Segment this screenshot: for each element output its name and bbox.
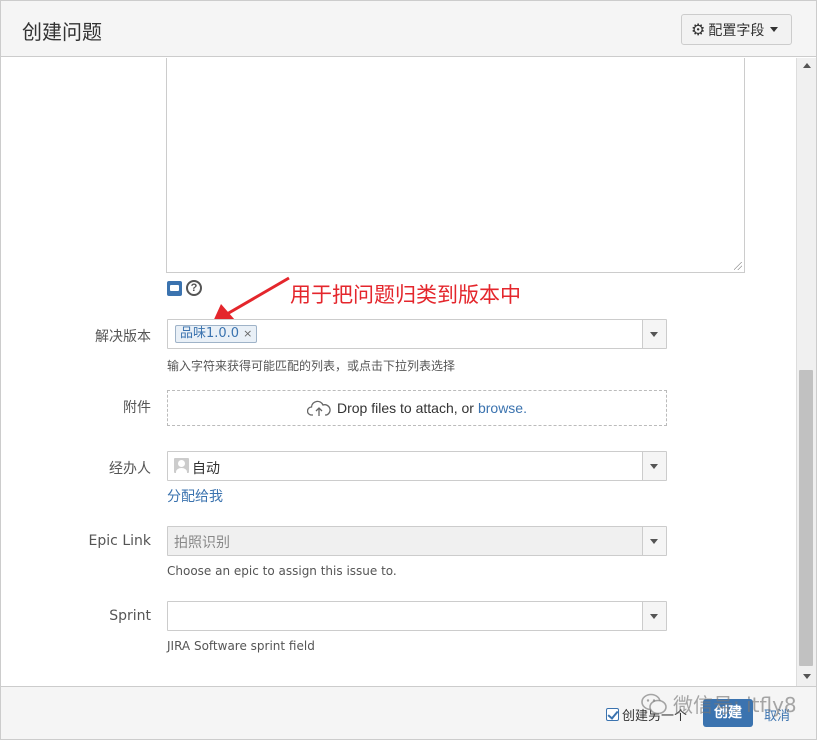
attachment-dropzone[interactable]: Drop files to attach, or browse. xyxy=(167,390,667,426)
assignee-label: 经办人 xyxy=(109,461,151,477)
watermark-text: 微信号: itfly8 xyxy=(673,693,797,717)
description-textarea[interactable] xyxy=(166,58,745,273)
chevron-down-icon xyxy=(770,27,779,32)
assignee-select[interactable]: 自动 xyxy=(167,451,667,481)
create-issue-dialog: 创建问题 ⚙ 配置字段 ? 用于把问题归类到版本中 解决版本 品味1.0.0× xyxy=(0,0,817,740)
version-tag: 品味1.0.0 × xyxy=(175,325,258,343)
wechat-watermark: 微信号: itfly8 xyxy=(641,689,797,718)
fix-version-hint: 输入字符来获得可能匹配的列表，或点击下拉列表选择 xyxy=(167,359,456,373)
cloud-upload-icon xyxy=(307,400,331,416)
version-tag-label: 品味1.0.0 xyxy=(180,326,240,341)
sprint-dropdown-button[interactable] xyxy=(642,602,666,630)
help-icon[interactable]: ? xyxy=(186,280,202,296)
epic-link-hint: Choose an epic to assign this issue to. xyxy=(167,564,397,578)
scroll-up-arrow-icon[interactable] xyxy=(803,63,811,68)
tag-remove-icon[interactable]: × xyxy=(243,327,252,340)
resize-handle[interactable] xyxy=(734,262,742,270)
dialog-header: 创建问题 ⚙ 配置字段 xyxy=(1,1,816,57)
attachment-label: 附件 xyxy=(123,400,151,416)
wechat-icon xyxy=(641,693,667,714)
epic-link-value: 拍照识别 xyxy=(174,535,230,551)
text-tools: ? xyxy=(167,280,202,296)
configure-fields-label: 配置字段 xyxy=(708,22,765,39)
assignee-value: 自动 xyxy=(192,461,220,477)
sprint-hint: JIRA Software sprint field xyxy=(167,639,315,653)
fix-version-select[interactable]: 品味1.0.0 × xyxy=(167,319,667,349)
assign-to-me-link[interactable]: 分配给我 xyxy=(167,486,223,506)
annotation-text: 用于把问题归类到版本中 xyxy=(290,283,521,307)
wiki-style-icon[interactable] xyxy=(167,280,182,296)
vertical-scrollbar[interactable] xyxy=(796,58,816,686)
gear-icon: ⚙ xyxy=(691,20,706,39)
scrollbar-thumb[interactable] xyxy=(799,370,813,666)
assignee-dropdown-button[interactable] xyxy=(642,452,666,480)
configure-fields-button[interactable]: ⚙ 配置字段 xyxy=(681,14,792,45)
dialog-title: 创建问题 xyxy=(22,20,102,44)
sprint-label: Sprint xyxy=(109,608,151,624)
browse-link[interactable]: browse. xyxy=(478,400,527,416)
dialog-content[interactable]: ? 用于把问题归类到版本中 解决版本 品味1.0.0 × 输入字符来获得可能匹配的… xyxy=(1,58,796,686)
epic-link-dropdown-button[interactable] xyxy=(642,527,666,555)
scroll-down-arrow-icon[interactable] xyxy=(803,674,811,679)
epic-link-select[interactable]: 拍照识别 xyxy=(167,526,667,556)
avatar xyxy=(174,458,189,473)
epic-link-label: Epic Link xyxy=(88,533,151,549)
attachment-drop-text: Drop files to attach, or xyxy=(337,400,474,416)
sprint-select[interactable] xyxy=(167,601,667,631)
fix-version-label: 解决版本 xyxy=(95,329,151,345)
fix-version-dropdown-button[interactable] xyxy=(642,320,666,348)
checkbox-checked-icon[interactable] xyxy=(606,708,619,721)
